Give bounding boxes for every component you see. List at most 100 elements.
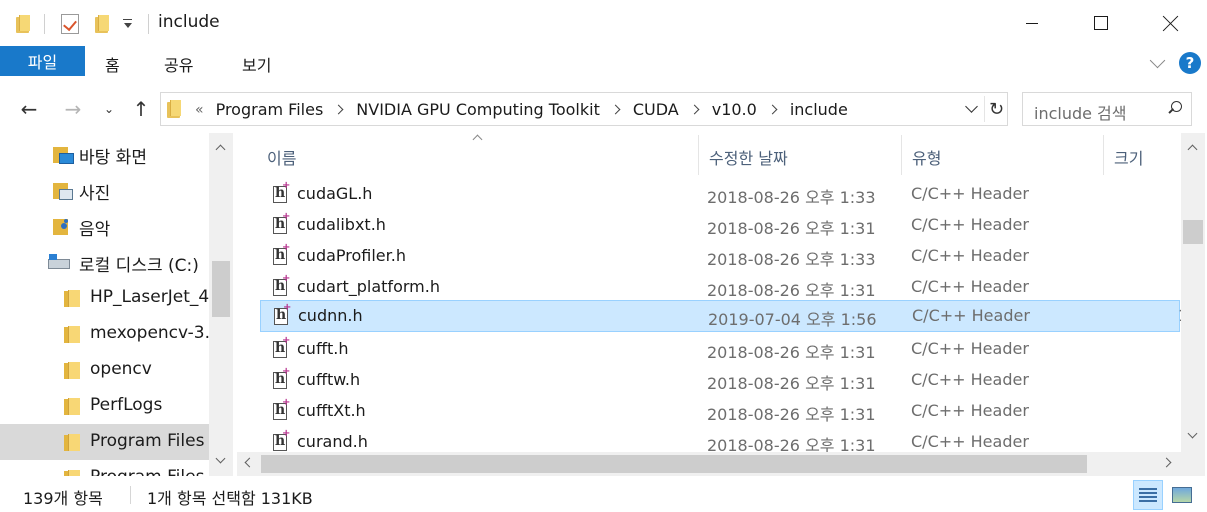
navigation-bar: ← → ⌄ ↑ « Program Files NVIDIA GPU Compu… — [0, 88, 1207, 130]
file-date: 2018-08-26 오후 1:31 — [707, 281, 876, 300]
properties-quick-access-icon[interactable] — [60, 12, 80, 36]
breadcrumb-item[interactable]: CUDA — [633, 100, 679, 119]
forward-button[interactable]: → — [60, 96, 86, 122]
nav-item-folder[interactable]: Program Files — [0, 460, 209, 476]
minimize-button[interactable] — [997, 0, 1067, 46]
nav-item-folder[interactable]: mexopencv-3.4 — [0, 316, 209, 352]
nav-item-label: 바탕 화면 — [79, 148, 147, 168]
scroll-down-icon[interactable] — [1181, 426, 1205, 448]
large-icons-view-icon — [1172, 487, 1192, 503]
file-name: cufftXt.h — [297, 401, 366, 420]
nav-item-music[interactable]: 음악 — [0, 208, 209, 244]
file-row[interactable]: + cudaGL.h 2018-08-26 오후 1:33 C/C++ Head… — [260, 180, 1180, 210]
scroll-down-icon[interactable] — [209, 451, 233, 473]
minimize-icon — [1026, 22, 1038, 24]
search-icon[interactable] — [1166, 100, 1184, 118]
tab-file[interactable]: 파일 — [0, 46, 85, 76]
breadcrumb-separator-icon[interactable] — [610, 104, 621, 115]
address-history-chevron-icon[interactable] — [962, 97, 982, 121]
file-row[interactable]: + cufft.h 2018-08-26 오후 1:31 C/C++ Heade… — [260, 335, 1180, 365]
c-header-file-icon: + — [271, 242, 290, 265]
nav-item-folder[interactable]: HP_LaserJet_40 — [0, 280, 209, 316]
details-view-button[interactable] — [1133, 480, 1163, 510]
nav-item-desktop[interactable]: 바탕 화면 — [0, 136, 209, 172]
c-header-file-icon: + — [271, 428, 290, 451]
file-type: C/C++ Header — [911, 339, 1029, 358]
navpane-scrollbar[interactable] — [209, 133, 233, 476]
divider — [148, 14, 149, 34]
file-row[interactable]: + curand.h 2018-08-26 오후 1:31 C/C++ Head… — [260, 428, 1180, 452]
file-name: cudaGL.h — [297, 184, 373, 203]
new-folder-quick-access-icon[interactable] — [93, 12, 111, 36]
close-icon — [1163, 15, 1179, 31]
status-item-count: 139개 항목 — [23, 489, 103, 508]
expand-ribbon-chevron-icon[interactable] — [1150, 56, 1166, 68]
search-placeholder: include 검색 — [1034, 104, 1127, 123]
breadcrumb-item[interactable]: Program Files — [216, 100, 324, 119]
nav-item-label: 사진 — [79, 184, 111, 204]
scroll-right-icon[interactable] — [1157, 452, 1181, 474]
column-header-size[interactable]: 크기 — [1114, 145, 1143, 169]
recent-locations-chevron-icon[interactable]: ⌄ — [100, 96, 118, 122]
nav-item-pictures[interactable]: 사진 — [0, 172, 209, 208]
file-name: cudart_platform.h — [297, 277, 440, 296]
folder-icon — [63, 324, 83, 344]
column-divider[interactable] — [901, 135, 902, 175]
close-button[interactable] — [1136, 0, 1206, 46]
file-row[interactable]: + cufftw.h 2018-08-26 오후 1:31 C/C++ Head… — [260, 366, 1180, 396]
nav-item-label: 로컬 디스크 (C:) — [79, 256, 199, 276]
tab-home[interactable]: 홈 — [105, 52, 120, 76]
file-type: C/C++ Header — [911, 277, 1029, 296]
scrollbar-thumb[interactable] — [212, 261, 230, 317]
details-view-icon — [1139, 487, 1157, 503]
nav-item-local-disk[interactable]: 로컬 디스크 (C:) — [0, 244, 209, 280]
folder-icon — [63, 288, 83, 308]
file-type: C/C++ Header — [911, 432, 1029, 451]
file-list-scrollbar[interactable] — [1181, 133, 1205, 452]
maximize-button[interactable] — [1066, 0, 1136, 46]
scroll-left-icon[interactable] — [237, 452, 261, 474]
file-list-horizontal-scrollbar[interactable] — [237, 452, 1181, 476]
nav-item-program-files[interactable]: Program Files — [0, 424, 209, 460]
column-header-date[interactable]: 수정한 날짜 — [709, 145, 788, 169]
scrollbar-thumb[interactable] — [1183, 220, 1203, 244]
scrollbar-thumb[interactable] — [261, 455, 1087, 473]
column-header-type[interactable]: 유형 — [912, 145, 941, 169]
breadcrumb-item[interactable]: include — [790, 100, 848, 119]
tab-view[interactable]: 보기 — [242, 52, 271, 76]
file-row[interactable]: + cudalibxt.h 2018-08-26 오후 1:31 C/C++ H… — [260, 211, 1180, 241]
file-row-selected[interactable]: + cudnn.h 2019-07-04 오후 1:56 C/C++ Heade… — [260, 300, 1188, 332]
scroll-up-icon[interactable] — [1181, 137, 1205, 159]
search-input[interactable]: include 검색 — [1022, 92, 1192, 126]
up-button[interactable]: ↑ — [128, 96, 154, 122]
breadcrumb-overflow[interactable]: « — [195, 102, 204, 118]
column-divider[interactable] — [1103, 135, 1104, 175]
pictures-folder-icon — [52, 180, 73, 200]
column-header-name[interactable]: 이름 — [267, 145, 296, 169]
file-row[interactable]: + cudaProfiler.h 2018-08-26 오후 1:33 C/C+… — [260, 242, 1180, 272]
file-type: C/C++ Header — [911, 401, 1029, 420]
file-row[interactable]: + cudart_platform.h 2018-08-26 오후 1:31 C… — [260, 273, 1180, 303]
column-divider[interactable] — [698, 135, 699, 175]
scroll-up-icon[interactable] — [209, 137, 233, 159]
breadcrumb-item[interactable]: NVIDIA GPU Computing Toolkit — [356, 100, 600, 119]
file-date: 2018-08-26 오후 1:33 — [707, 188, 876, 207]
customize-quick-access-icon[interactable] — [122, 16, 134, 32]
file-type: C/C++ Header — [911, 370, 1029, 389]
file-row[interactable]: + cufftXt.h 2018-08-26 오후 1:31 C/C++ Hea… — [260, 397, 1180, 427]
breadcrumb-item[interactable]: v10.0 — [712, 100, 757, 119]
breadcrumb-separator-icon[interactable] — [333, 104, 344, 115]
nav-item-folder[interactable]: PerfLogs — [0, 388, 209, 424]
address-bar[interactable]: « Program Files NVIDIA GPU Computing Too… — [160, 92, 1008, 126]
help-icon[interactable]: ? — [1179, 52, 1201, 74]
file-type: C/C++ Header — [911, 215, 1029, 234]
file-type: C/C++ Header — [912, 306, 1030, 325]
large-icons-view-button[interactable] — [1167, 480, 1197, 510]
refresh-button[interactable]: ↻ — [984, 96, 1008, 122]
nav-item-folder[interactable]: opencv — [0, 352, 209, 388]
tab-share[interactable]: 공유 — [164, 52, 193, 76]
back-button[interactable]: ← — [16, 96, 42, 122]
file-date: 2018-08-26 오후 1:31 — [707, 436, 876, 452]
breadcrumb-separator-icon[interactable] — [689, 104, 700, 115]
breadcrumb-separator-icon[interactable] — [767, 104, 778, 115]
